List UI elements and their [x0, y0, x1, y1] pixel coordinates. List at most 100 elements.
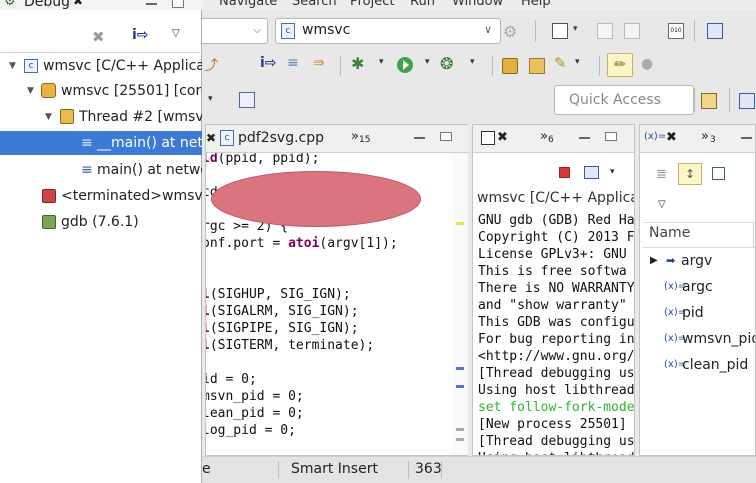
close-icon[interactable]: ✖ [206, 131, 216, 145]
view-menu-icon[interactable]: ▽ [172, 28, 180, 39]
perspective-cpp-icon[interactable] [739, 93, 755, 109]
debug-view-icon: ⚙ [4, 0, 16, 9]
display-console-icon[interactable] [584, 166, 599, 179]
chevron-down-icon[interactable]: ▾ [470, 57, 475, 67]
open-type-icon[interactable] [502, 58, 518, 74]
code-area[interactable]: ld(ppid, ppid);tdrgc >= 2) {onf.port = a… [206, 153, 452, 455]
maximize-icon[interactable] [440, 132, 452, 141]
drop-to-frame-icon[interactable]: ≡ [287, 55, 299, 71]
code-line: l(SIGPIPE, SIG_IGN); [206, 320, 359, 337]
minimize-icon[interactable] [146, 3, 157, 5]
search-icon[interactable]: ✎ [554, 54, 567, 72]
console-tabbar: ✖ » 6 [473, 125, 634, 153]
variable-row[interactable]: (x)= wmsvn_pid [640, 326, 755, 352]
save-all-icon[interactable] [624, 23, 640, 39]
gear-icon[interactable]: ⚙ [503, 22, 517, 41]
menu-navigate[interactable]: Navigate [219, 0, 277, 9]
expand-toggle-icon[interactable]: ▼ [45, 105, 52, 129]
console-icon[interactable] [481, 131, 495, 145]
overview-ruler[interactable] [452, 153, 468, 455]
maximize-icon[interactable] [172, 0, 184, 8]
ruler-marker[interactable] [456, 222, 464, 225]
menu-window[interactable]: Window [452, 0, 503, 9]
overflow-tabs-icon[interactable]: » [701, 129, 709, 144]
menu-project[interactable]: Project [350, 0, 394, 9]
debug-icon[interactable]: ✱ [351, 54, 364, 73]
highlight-toggle-icon[interactable]: ✏ [607, 53, 633, 77]
run-icon[interactable] [397, 57, 413, 73]
tree-item-frame-1[interactable]: ≡ main() at network [0, 158, 202, 182]
close-icon[interactable]: ✖ [666, 130, 677, 145]
variables-header[interactable]: Name [643, 222, 755, 248]
console-line: set follow-fork-mode [478, 400, 635, 415]
overflow-tab-count[interactable]: 15 [359, 135, 370, 145]
open-perspective-icon[interactable] [701, 93, 717, 109]
tree-item-launch[interactable]: ▼ c wmsvc [C/C++ Application] [0, 54, 202, 78]
instruction-step-icon[interactable]: i⇨ [260, 55, 277, 71]
chevron-down-icon[interactable]: ▾ [208, 94, 213, 104]
overflow-tab-count[interactable]: 6 [548, 135, 554, 145]
open-folder-icon[interactable] [529, 58, 545, 74]
chevron-down-icon[interactable]: ▾ [379, 57, 384, 67]
variable-row[interactable]: (x)= clean_pid [640, 352, 755, 378]
ruler-marker[interactable] [456, 385, 464, 388]
tree-item-process[interactable]: ▼ wmsvc [25501] [cores: 0] [0, 79, 202, 103]
menu-run[interactable]: Run [410, 0, 435, 9]
collapse-all-icon[interactable] [712, 167, 725, 180]
new-editor-icon[interactable] [239, 92, 255, 108]
console-line: GNU gdb (GDB) Red Hat [478, 213, 635, 228]
overflow-tab-count[interactable]: 3 [710, 135, 716, 145]
view-menu-icon[interactable]: ▽ [658, 199, 666, 210]
tree-item-thread[interactable]: ▼ Thread #2 [wmsvc] 25501 [0, 105, 202, 129]
code-text: log_pid = 0; [206, 423, 296, 438]
debug-tab-label[interactable]: Debug [24, 0, 70, 10]
minimize-icon[interactable] [741, 137, 752, 139]
overflow-tabs-icon[interactable]: » [540, 129, 548, 144]
chevron-down-icon[interactable]: ▾ [425, 57, 430, 67]
remove-terminated-icon[interactable]: ✖ [92, 28, 105, 46]
launch-config-combo[interactable]: c wmsvc ∨ [275, 18, 501, 44]
close-icon[interactable]: ✖ [73, 0, 83, 8]
variable-row[interactable]: ➡ ▶ argv [640, 248, 755, 274]
expand-toggle-icon[interactable]: ▼ [9, 54, 16, 78]
instruction-step-mode-icon[interactable]: i⇨ [132, 27, 149, 43]
editor-tab-label[interactable]: pdf2svg.cpp [238, 130, 324, 146]
menu-help[interactable]: Help [521, 0, 551, 9]
menu-search[interactable]: Search [292, 0, 337, 9]
process-icon [41, 83, 56, 98]
expand-toggle-icon[interactable]: ▶ [650, 248, 658, 274]
save-icon[interactable] [597, 23, 613, 39]
chevron-down-icon[interactable]: ▾ [575, 57, 580, 67]
main-toolbar-row-3: ▾ Quick Access [202, 80, 756, 122]
terminate-icon[interactable] [559, 167, 570, 178]
tree-item-gdb[interactable]: gdb (7.6.1) [0, 210, 202, 234]
terminal-icon[interactable] [707, 23, 723, 39]
ruler-marker[interactable] [456, 428, 464, 431]
variables-icon[interactable]: (x)= [644, 131, 666, 142]
ruler-marker[interactable] [456, 367, 464, 370]
ruler-marker[interactable] [456, 438, 464, 441]
new-window-icon[interactable] [552, 23, 568, 39]
quick-access-input[interactable]: Quick Access [554, 85, 694, 115]
code-line: lean_pid = 0; [206, 405, 304, 422]
variable-row[interactable]: (x)= argc [640, 274, 755, 300]
use-step-filters-icon[interactable]: ⇛ [313, 55, 325, 71]
chevron-down-icon[interactable]: ▾ [610, 167, 615, 177]
tree-item-terminated[interactable]: <terminated>wmsvc [ [0, 184, 202, 208]
binary-icon[interactable]: 010 [668, 23, 684, 39]
step-return-icon[interactable]: ⤴ [204, 55, 218, 75]
launch-mode-combo[interactable]: ⌵ [200, 18, 268, 44]
maximize-icon[interactable] [605, 132, 617, 141]
close-icon[interactable]: ✖ [497, 130, 508, 145]
chevron-down-icon[interactable]: ▾ [573, 24, 578, 34]
show-type-names-icon[interactable]: ≣ [656, 167, 667, 182]
toggle-mark-icon[interactable]: ● [641, 56, 653, 72]
minimize-icon[interactable] [414, 137, 425, 139]
overflow-tabs-icon[interactable]: » [351, 129, 359, 144]
minimize-icon[interactable] [579, 137, 590, 139]
tree-item-frame-0[interactable]: ≡ __main() at network [0, 131, 202, 155]
external-tools-icon[interactable]: ❂ [440, 54, 453, 73]
expand-toggle-icon[interactable]: ▼ [27, 79, 34, 103]
show-logical-structure-icon[interactable]: ↕ [678, 163, 702, 185]
variable-row[interactable]: (x)= pid [640, 300, 755, 326]
